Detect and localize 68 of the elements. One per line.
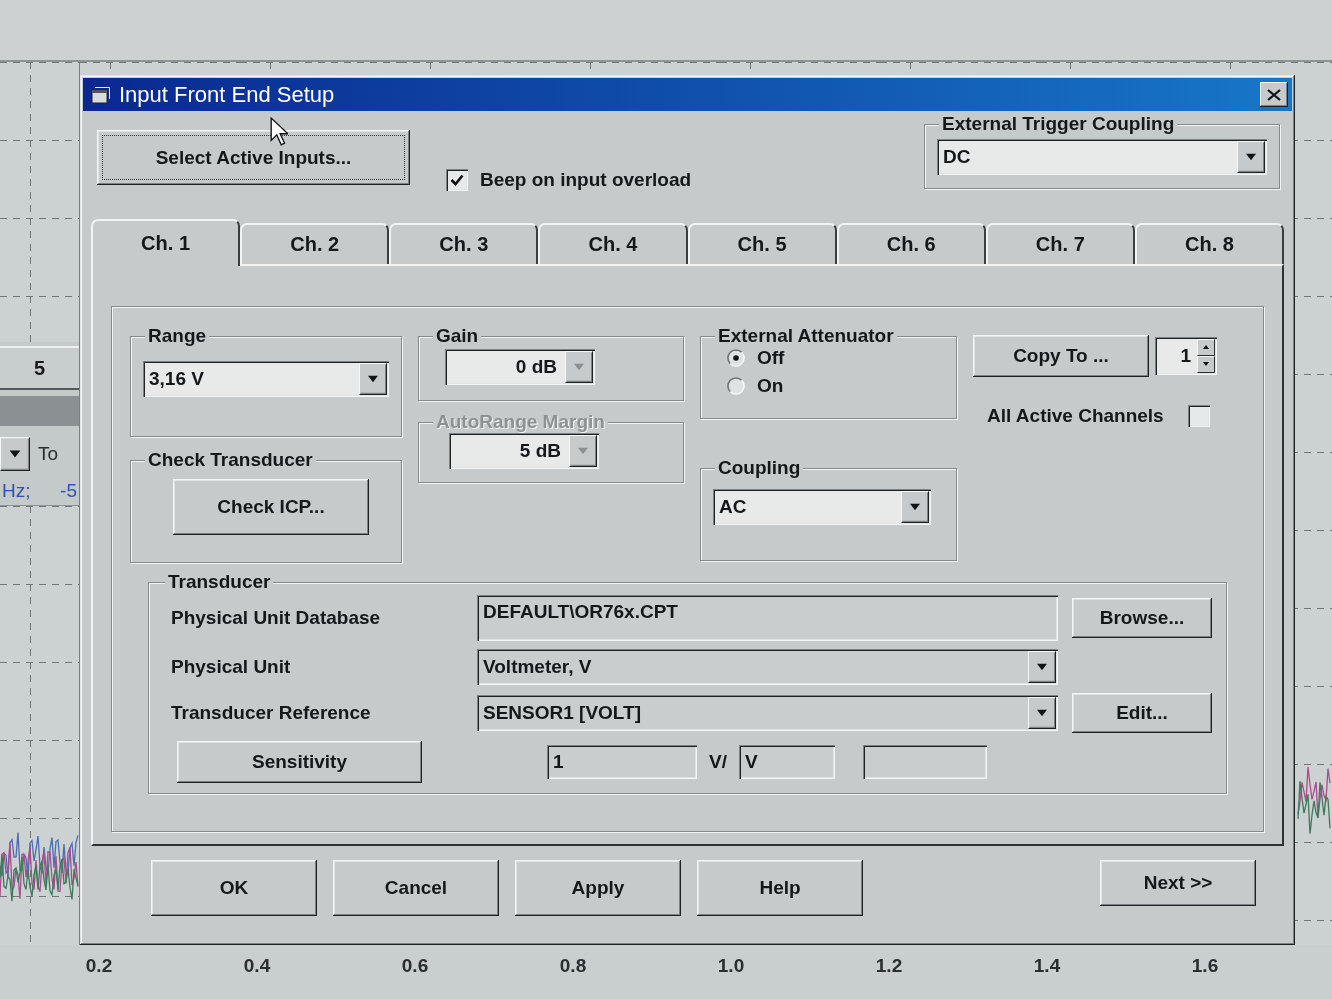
radio-button[interactable] bbox=[727, 349, 745, 367]
physical-unit-dropdown[interactable]: Voltmeter, V bbox=[477, 649, 1058, 685]
select-inputs-button[interactable]: Select Active Inputs... bbox=[97, 130, 410, 185]
checkmark-icon bbox=[450, 174, 464, 186]
checkbox[interactable] bbox=[446, 169, 468, 191]
trigger-coupling-dropdown[interactable]: DC bbox=[937, 139, 1267, 175]
axis-label: 0.8 bbox=[559, 955, 587, 977]
text-label: To bbox=[38, 443, 59, 465]
dropdown-arrow-icon[interactable] bbox=[1237, 141, 1265, 173]
checkbox-label[interactable]: All Active Channels bbox=[987, 405, 1164, 427]
radio-label[interactable]: On bbox=[757, 375, 784, 397]
radio-label[interactable]: Off bbox=[757, 347, 785, 369]
input-field[interactable] bbox=[862, 745, 987, 779]
field-label: Physical Unit bbox=[170, 656, 291, 678]
gain-dropdown[interactable]: 0 dB bbox=[445, 349, 595, 385]
axis-label: 1.0 bbox=[717, 955, 745, 977]
copy-to-button[interactable]: Copy To ... bbox=[973, 335, 1149, 377]
dropdown-arrow-icon[interactable] bbox=[901, 491, 929, 523]
tab[interactable]: Ch. 3 bbox=[389, 223, 539, 264]
database-path-field[interactable]: DEFAULT\OR76x.CPT bbox=[477, 595, 1058, 641]
tab[interactable]: Ch. 6 bbox=[836, 223, 986, 264]
unit-label: Hz; bbox=[2, 479, 31, 502]
tab[interactable]: Ch. 8 bbox=[1134, 223, 1284, 264]
window-icon bbox=[91, 85, 111, 104]
axis-label: 1.6 bbox=[1191, 955, 1219, 977]
window-title: Input Front End Setup bbox=[119, 81, 336, 108]
help-button[interactable]: Help bbox=[697, 860, 863, 916]
sensitivity-button[interactable]: Sensitivity bbox=[177, 741, 422, 783]
range-dropdown[interactable]: 3,16 V bbox=[143, 361, 389, 397]
sensitivity-value-field[interactable]: 1 bbox=[547, 745, 697, 779]
tab[interactable]: Ch. 1 bbox=[91, 219, 241, 266]
number-cell: 5 bbox=[0, 346, 79, 390]
axis-label: 0.6 bbox=[401, 955, 429, 977]
close-button[interactable] bbox=[1260, 82, 1288, 107]
tab[interactable]: Ch. 4 bbox=[538, 223, 688, 264]
close-icon bbox=[1267, 88, 1281, 101]
transducer-reference-dropdown[interactable]: SENSOR1 [VOLT] bbox=[477, 695, 1058, 731]
checkbox[interactable] bbox=[1187, 405, 1210, 427]
dropdown-arrow-icon[interactable] bbox=[1028, 697, 1056, 729]
coupling-dropdown[interactable]: AC bbox=[713, 489, 931, 525]
next-button[interactable]: Next >> bbox=[1100, 860, 1256, 906]
tab[interactable]: Ch. 5 bbox=[687, 223, 837, 264]
browse-button[interactable]: Browse... bbox=[1072, 598, 1212, 638]
unit-separator: V/ bbox=[709, 751, 727, 773]
axis-label: 1.2 bbox=[875, 955, 903, 977]
cancel-button[interactable]: Cancel bbox=[333, 860, 499, 916]
mouse-pointer-icon bbox=[270, 117, 288, 146]
ok-button[interactable]: OK bbox=[151, 860, 317, 916]
tab[interactable]: Ch. 2 bbox=[240, 223, 390, 264]
reading-value: -5 bbox=[60, 479, 77, 502]
edit-button[interactable]: Edit... bbox=[1072, 693, 1212, 733]
waveform-trace bbox=[1297, 780, 1331, 835]
dropdown-arrow-icon[interactable] bbox=[1028, 651, 1056, 683]
apply-button[interactable]: Apply bbox=[515, 860, 681, 916]
dropdown-arrow-icon[interactable] bbox=[359, 363, 387, 395]
dropdown-arrow-icon[interactable] bbox=[0, 437, 30, 471]
axis-label: 1.4 bbox=[1033, 955, 1061, 977]
field-label: Transducer Reference bbox=[170, 702, 371, 724]
axis-label: 0.4 bbox=[243, 955, 271, 977]
radio-button[interactable] bbox=[727, 377, 745, 395]
unit-field[interactable]: V bbox=[738, 745, 835, 779]
axis-label: 0.2 bbox=[85, 955, 113, 977]
spin-arrows-icon[interactable] bbox=[1197, 339, 1215, 373]
field-label: Physical Unit Database bbox=[170, 607, 381, 629]
channel-spinbox[interactable]: 1 bbox=[1155, 337, 1217, 375]
checkbox-label[interactable]: Beep on input overload bbox=[480, 169, 692, 191]
check-icp-button[interactable]: Check ICP... bbox=[173, 479, 369, 535]
tab[interactable]: Ch. 7 bbox=[985, 223, 1135, 264]
